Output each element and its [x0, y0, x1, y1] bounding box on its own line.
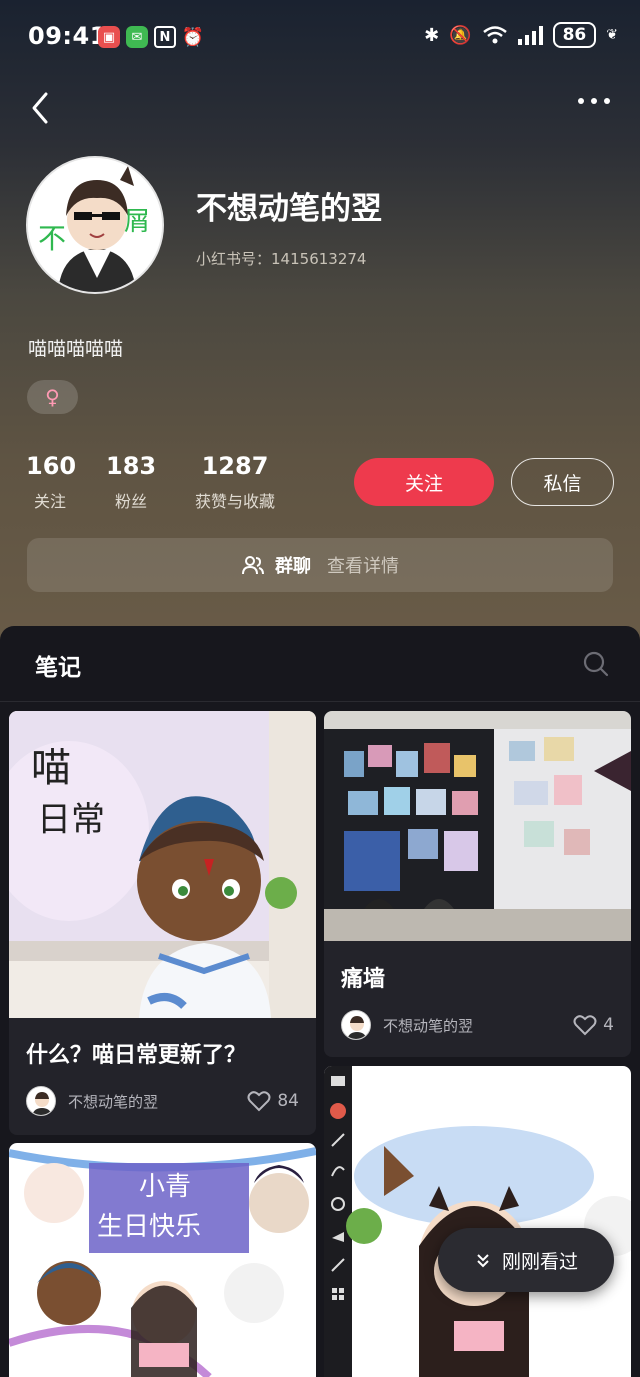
svg-text:生日快乐: 生日快乐 [97, 1212, 201, 1242]
author-avatar [26, 1086, 56, 1116]
author-avatar [341, 1010, 371, 1040]
more-options-icon[interactable] [578, 98, 610, 104]
note-card[interactable] [324, 1066, 631, 1377]
status-time: 09:41 [28, 22, 107, 50]
tab-notes[interactable]: 笔记 [35, 648, 81, 682]
battery-indicator: 86 [552, 22, 597, 48]
note-title: 什么？喵日常更新了？ [26, 1043, 247, 1068]
note-card[interactable]: 小青 生日快乐 [9, 1143, 316, 1377]
profile-name: 不想动笔的翌 [196, 191, 382, 227]
note-card[interactable]: 喵 日常 什么？喵日常更新了？ 不想动笔的翌 84 [9, 711, 316, 1135]
like-button[interactable]: 4 [573, 1014, 614, 1036]
svg-text:日常: 日常 [37, 800, 105, 840]
notes-header: 笔记 [0, 626, 640, 702]
mute-icon: 🔕 [449, 24, 472, 46]
group-chat-label: 群聊 [275, 556, 311, 577]
signal-icon [517, 25, 543, 45]
recently-viewed-button[interactable]: 刚刚看过 [438, 1228, 614, 1292]
follow-button[interactable]: 关注 [354, 458, 494, 506]
stat-label: 获赞与收藏 [194, 492, 275, 511]
note-author: 不想动笔的翌 [383, 1016, 474, 1035]
profile-bio: 喵喵喵喵喵 [28, 338, 124, 360]
note-title: 痛墙 [341, 967, 386, 992]
search-icon[interactable] [582, 650, 610, 678]
stat-label: 关注 [33, 492, 66, 511]
message-button[interactable]: 私信 [511, 458, 614, 506]
profile-id-label: 小红书号： [196, 250, 272, 268]
svg-text:屑: 屑 [124, 207, 150, 237]
note-cover-image [324, 711, 631, 941]
bluetooth-icon: ✱ [424, 24, 440, 46]
alarm-icon: ⏰ [181, 26, 205, 48]
group-chat-bar[interactable]: 群聊 查看详情 [27, 538, 613, 592]
stat-following[interactable]: 160 关注 [26, 452, 77, 512]
status-indicators: ✱ 🔕 86 ❦ [424, 22, 618, 48]
gender-badge: ♀ [27, 380, 78, 414]
like-button[interactable]: 84 [247, 1090, 299, 1112]
stat-value: 160 [26, 452, 77, 480]
wechat-icon: ✉ [126, 26, 148, 48]
note-footer: 不想动笔的翌 84 [26, 1085, 299, 1117]
stat-label: 粉丝 [114, 492, 147, 511]
nfc-icon: N [154, 26, 176, 48]
stat-value: 1287 [201, 452, 269, 480]
stat-value: 183 [106, 452, 157, 480]
chevron-down-icon [477, 1254, 489, 1268]
note-cover-image [324, 1066, 631, 1377]
profile-id-value[interactable]: 1415613274 [271, 250, 366, 268]
like-count: 4 [603, 1015, 614, 1035]
female-icon: ♀ [45, 385, 60, 409]
note-cover-image: 小青 生日快乐 [9, 1143, 316, 1377]
like-count: 84 [277, 1091, 299, 1111]
svg-text:不: 不 [38, 222, 66, 255]
group-chat-detail: 查看详情 [327, 556, 399, 577]
notification-icons: ▣ ✉ N ⏰ [98, 26, 204, 48]
note-cover-image: 喵 日常 [9, 711, 316, 1018]
svg-text:喵: 喵 [31, 745, 71, 791]
app-notification-icon: ▣ [98, 26, 120, 48]
note-card[interactable]: 痛墙 不想动笔的翌 4 [324, 711, 631, 1057]
back-icon[interactable] [28, 88, 52, 128]
avatar-illustration: 不 屑 [28, 158, 162, 292]
stat-followers[interactable]: 183 粉丝 [106, 452, 156, 512]
stat-likes-collects[interactable]: 1287 获赞与收藏 [188, 452, 282, 512]
recently-viewed-label: 刚刚看过 [501, 1250, 578, 1273]
wifi-icon [482, 26, 507, 44]
note-footer: 不想动笔的翌 4 [341, 1009, 614, 1041]
heart-icon [247, 1091, 271, 1112]
heart-icon [573, 1015, 597, 1036]
avatar[interactable]: 不 屑 [26, 156, 164, 294]
status-bar: 09:41 ▣ ✉ N ⏰ ✱ 🔕 86 ❦ [0, 0, 640, 76]
leaf-icon: ❦ [606, 27, 618, 43]
group-users-icon [242, 556, 264, 575]
profile-id: 小红书号：1415613274 [196, 248, 366, 269]
note-author: 不想动笔的翌 [68, 1092, 159, 1111]
svg-text:小青: 小青 [139, 1172, 191, 1202]
